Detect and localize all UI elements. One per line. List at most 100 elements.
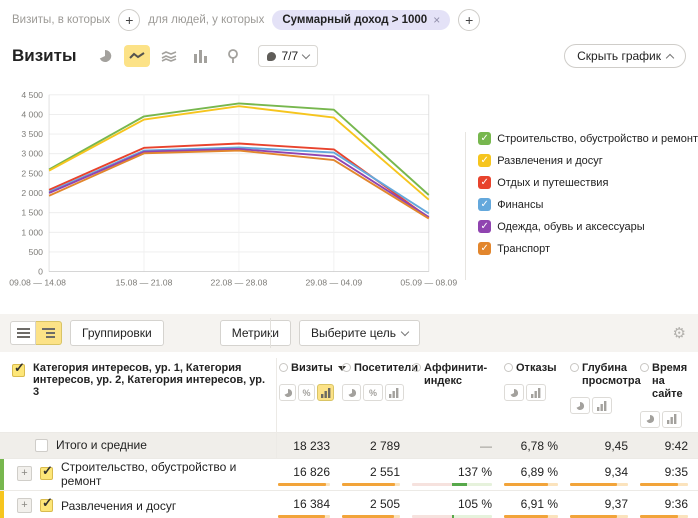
metric-value: 6,91 % xyxy=(504,497,558,511)
flat-list-view-button[interactable] xyxy=(10,321,36,345)
legend-item[interactable]: ✓ Одежда, обувь и аксессуары xyxy=(478,220,698,233)
line-chart-type-button[interactable] xyxy=(124,45,150,67)
table-row[interactable]: +Строительство, обустройство и ремонт16 … xyxy=(0,458,698,490)
legend-checkbox-icon[interactable]: ✓ xyxy=(478,220,491,233)
dimension-cell: Итого и средние xyxy=(0,433,276,458)
x-axis-tick-label: 15.08 — 21.08 xyxy=(116,277,173,287)
metric-value: 2 505 xyxy=(342,497,400,511)
metric-column-header[interactable]: Глубина просмотра xyxy=(568,358,638,432)
metric-column-label[interactable]: Отказы xyxy=(516,362,557,375)
metric-toggle-pie-icon[interactable] xyxy=(640,411,660,428)
tree-view-button[interactable] xyxy=(36,321,62,345)
metric-toggle-pie-icon[interactable] xyxy=(279,384,296,401)
legend-item[interactable]: ✓Отдых и путешествия xyxy=(478,176,698,189)
metric-column-label[interactable]: Глубина просмотра xyxy=(582,362,641,388)
value-bar-fill xyxy=(570,515,617,518)
metric-toggle-bars-icon[interactable] xyxy=(526,384,546,401)
legend-label: Одежда, обувь и аксессуары xyxy=(497,221,644,233)
legend-item[interactable]: ✓Финансы xyxy=(478,198,698,211)
legend-checkbox-icon[interactable]: ✓ xyxy=(478,176,491,189)
legend-checkbox-icon[interactable]: ✓ xyxy=(478,198,491,211)
select-all-checkbox[interactable] xyxy=(12,364,25,377)
dimension-column-header[interactable]: Категория интересов, ур. 1, Категория ин… xyxy=(0,358,276,432)
list-view-icon xyxy=(17,328,30,338)
value-bar-track xyxy=(342,483,400,486)
add-visit-condition-button[interactable]: + xyxy=(118,9,140,31)
metric-toggle-bars-icon[interactable] xyxy=(662,411,682,428)
legend-item[interactable]: ✓Строительство, обустройство и ремонт xyxy=(478,132,698,145)
table-settings-gear-icon[interactable]: ⚙ xyxy=(673,324,686,342)
legend-label: Развлечения и досуг xyxy=(497,155,603,167)
columns-chart-type-button[interactable] xyxy=(188,45,214,67)
metric-value: — xyxy=(412,439,492,453)
chart-title: Визиты xyxy=(12,46,76,66)
chevron-down-icon xyxy=(401,327,409,335)
metric-toggle-pie-icon[interactable] xyxy=(570,397,590,414)
legend-item[interactable]: ✓ Развлечения и досуг xyxy=(478,154,698,167)
affinity-bar xyxy=(412,515,492,518)
metric-toggle-pie-icon[interactable] xyxy=(504,384,524,401)
metric-help-icon[interactable] xyxy=(279,363,288,372)
metric-toggle-bars-icon[interactable] xyxy=(592,397,612,414)
affinity-bar xyxy=(412,483,492,486)
filter-chip-close-icon[interactable]: × xyxy=(433,13,440,27)
legend-checkbox-icon[interactable]: ✓ xyxy=(478,154,491,167)
table-row[interactable]: Итого и средние18 2332 789—6,78 %9,459:4… xyxy=(0,432,698,458)
groupings-button[interactable]: Группировки xyxy=(70,320,164,346)
row-checkbox[interactable] xyxy=(40,499,53,512)
row-label[interactable]: Итого и средние xyxy=(56,438,147,452)
report-table-section: Группировки Метрики Выберите цель ⚙ Кате… xyxy=(0,314,698,518)
metric-toggle-pie-icon[interactable] xyxy=(342,384,361,401)
metric-toggle-percent-icon[interactable]: % xyxy=(298,384,315,401)
legend-checkbox-icon[interactable]: ✓ xyxy=(478,132,491,145)
filter-people-label: для людей, у которых xyxy=(148,14,264,26)
metric-help-icon[interactable] xyxy=(342,363,351,372)
hide-chart-button[interactable]: Скрыть график xyxy=(564,44,686,68)
expand-row-button[interactable]: + xyxy=(17,466,32,481)
metric-help-icon[interactable] xyxy=(570,363,579,372)
stacked-area-icon xyxy=(161,50,177,62)
metric-column-label[interactable]: Визиты xyxy=(291,362,333,375)
metric-toggle-bars-icon[interactable] xyxy=(385,384,404,401)
pie-icon xyxy=(98,49,112,63)
metric-toggle-percent-icon[interactable]: % xyxy=(363,384,382,401)
row-checkbox[interactable] xyxy=(35,439,48,452)
metric-help-icon[interactable] xyxy=(640,363,649,372)
value-bar-fill xyxy=(504,515,548,518)
metrics-button[interactable]: Метрики xyxy=(220,320,291,346)
toolbar-divider xyxy=(270,318,271,348)
map-pin-chart-type-button[interactable] xyxy=(220,45,246,67)
metric-column-header[interactable]: Время на сайте xyxy=(638,358,698,432)
row-label[interactable]: Развлечения и досуг xyxy=(61,499,176,513)
stacked-area-type-button[interactable] xyxy=(156,45,182,67)
table-row[interactable]: +Развлечения и досуг16 3842 505105 %6,91… xyxy=(0,490,698,518)
add-people-condition-button[interactable]: + xyxy=(458,9,480,31)
metric-column-header[interactable]: Аффинити-индекс xyxy=(410,358,502,432)
metric-column-header[interactable]: Визиты% xyxy=(276,358,340,432)
metric-column-label[interactable]: Аффинити-индекс xyxy=(424,362,496,388)
legend-item[interactable]: ✓Транспорт xyxy=(478,242,698,255)
metric-value: 9:35 xyxy=(640,465,688,479)
metric-column-label[interactable]: Время на сайте xyxy=(652,362,692,402)
row-checkbox[interactable] xyxy=(40,467,53,480)
pie-chart-type-button[interactable] xyxy=(92,45,118,67)
segments-visible-dropdown[interactable]: 7/7 xyxy=(258,45,318,67)
groupings-label: Группировки xyxy=(82,326,152,340)
metric-help-icon[interactable] xyxy=(412,363,421,372)
metric-column-label[interactable]: Посетители xyxy=(354,362,418,375)
metric-column-header[interactable]: Посетители% xyxy=(340,358,410,432)
row-label[interactable]: Строительство, обустройство и ремонт xyxy=(61,460,268,488)
filter-chip-total-income[interactable]: Суммарный доход > 1000 × xyxy=(272,10,450,30)
dimension-cell: + Развлечения и досуг xyxy=(0,491,276,518)
y-axis-tick-label: 500 xyxy=(29,247,44,257)
metric-cell-bounce: 6,78 % xyxy=(502,433,568,458)
expand-row-button[interactable]: + xyxy=(17,498,32,513)
select-goal-label: Выберите цель xyxy=(311,326,396,340)
legend-checkbox-icon[interactable]: ✓ xyxy=(478,242,491,255)
metric-help-icon[interactable] xyxy=(504,363,513,372)
tree-view-icon xyxy=(42,328,55,338)
metric-toggle-bars-icon[interactable] xyxy=(317,384,334,401)
select-goal-dropdown[interactable]: Выберите цель xyxy=(299,320,420,346)
value-bar-fill xyxy=(342,483,395,486)
metric-column-header[interactable]: Отказы xyxy=(502,358,568,432)
